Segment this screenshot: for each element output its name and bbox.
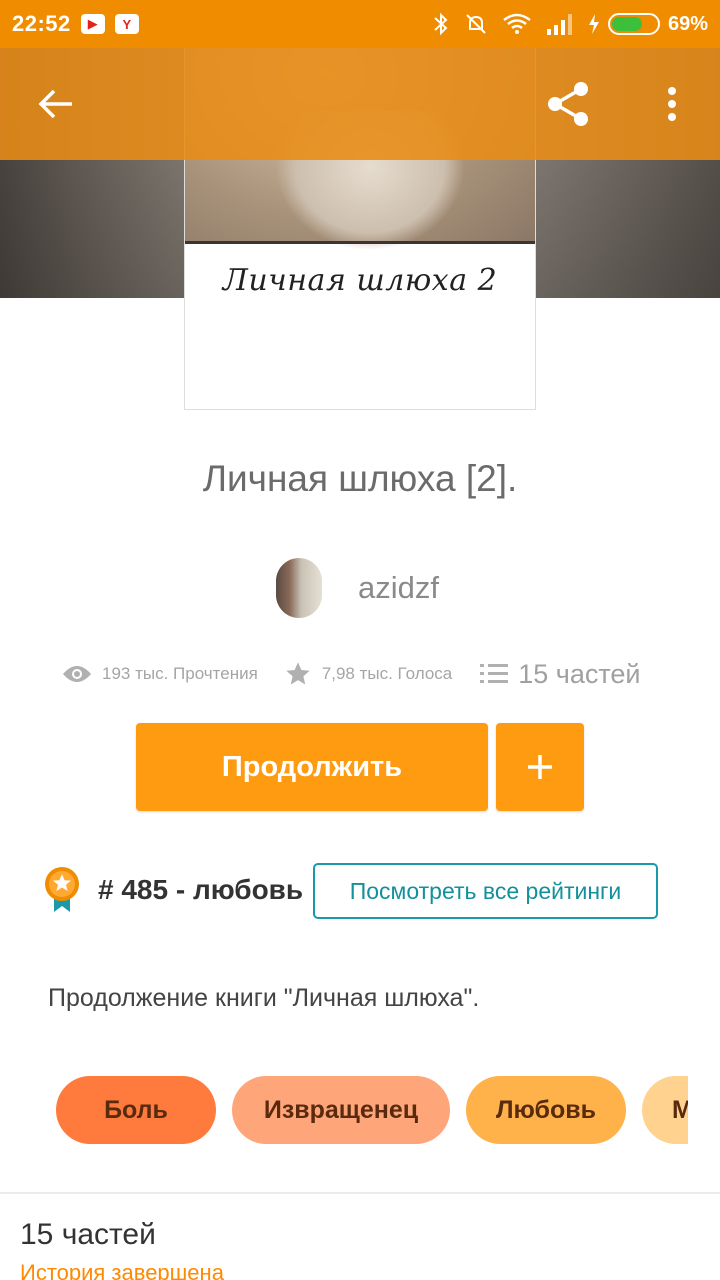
story-status: История завершена	[20, 1260, 224, 1280]
rank-medal-icon	[45, 867, 79, 912]
avatar[interactable]	[276, 558, 322, 618]
cover-divider	[185, 241, 535, 244]
reads-stat: 193 тыс. Прочтения	[62, 663, 258, 685]
story-description: Продолжение книги "Личная шлюха".	[48, 984, 480, 1012]
continue-reading-button[interactable]: Продолжить	[136, 723, 488, 811]
more-options-button[interactable]	[644, 76, 700, 132]
youtube-notification-icon: ▶	[80, 14, 105, 34]
plus-icon	[528, 755, 552, 779]
votes-count: 7,98 тыс. Голоса	[321, 664, 453, 683]
view-all-rankings-button[interactable]: Посмотреть все рейтинги	[313, 863, 658, 919]
tag-list: Боль Извращенец Любовь М	[0, 1076, 688, 1146]
battery-icon	[607, 13, 660, 35]
parts-stat[interactable]: 15 частей	[480, 658, 641, 690]
battery-percent: 69%	[667, 12, 708, 35]
parts-count: 15 частей	[518, 658, 641, 689]
author-name[interactable]: azidzf	[358, 570, 439, 606]
story-title: Личная шлюха [2].	[202, 458, 518, 499]
back-button[interactable]	[28, 76, 84, 132]
mute-icon	[466, 14, 486, 34]
tag-chip[interactable]: М	[642, 1076, 688, 1144]
star-icon	[286, 662, 310, 685]
share-icon	[548, 82, 588, 126]
tag-chip[interactable]: Любовь	[466, 1076, 626, 1144]
votes-stat: 7,98 тыс. Голоса	[284, 660, 452, 688]
ranking-row: # 485 - любовь	[44, 866, 303, 914]
eye-icon	[63, 666, 91, 682]
list-icon	[480, 664, 509, 683]
battery-indicator: 69%	[588, 13, 708, 36]
charging-icon	[588, 14, 599, 34]
author-row[interactable]: azidzf	[276, 558, 439, 618]
bluetooth-icon	[434, 12, 448, 36]
yandex-notification-icon: Y	[114, 14, 139, 34]
share-button[interactable]	[540, 76, 596, 132]
story-stats: 193 тыс. Прочтения 7,98 тыс. Голоса 15 ч…	[62, 654, 682, 694]
status-time: 22:52	[12, 11, 71, 36]
more-vertical-icon	[668, 87, 676, 121]
tag-chip[interactable]: Боль	[56, 1076, 216, 1144]
reads-count: 193 тыс. Прочтения	[102, 664, 258, 683]
add-to-library-button[interactable]	[496, 723, 584, 811]
parts-section-title[interactable]: 15 частей	[20, 1218, 156, 1252]
app-toolbar	[0, 48, 720, 160]
arrow-left-icon	[38, 89, 72, 119]
ranking-text: # 485 - любовь	[98, 874, 304, 905]
section-divider	[0, 1192, 720, 1194]
cover-title-text: Личная шлюха 2	[222, 263, 498, 298]
tag-chip[interactable]: Извращенец	[232, 1076, 450, 1144]
signal-icon	[546, 14, 572, 35]
status-bar: 22:52 ▶ Y 69%	[0, 0, 720, 48]
wifi-icon	[503, 13, 531, 34]
